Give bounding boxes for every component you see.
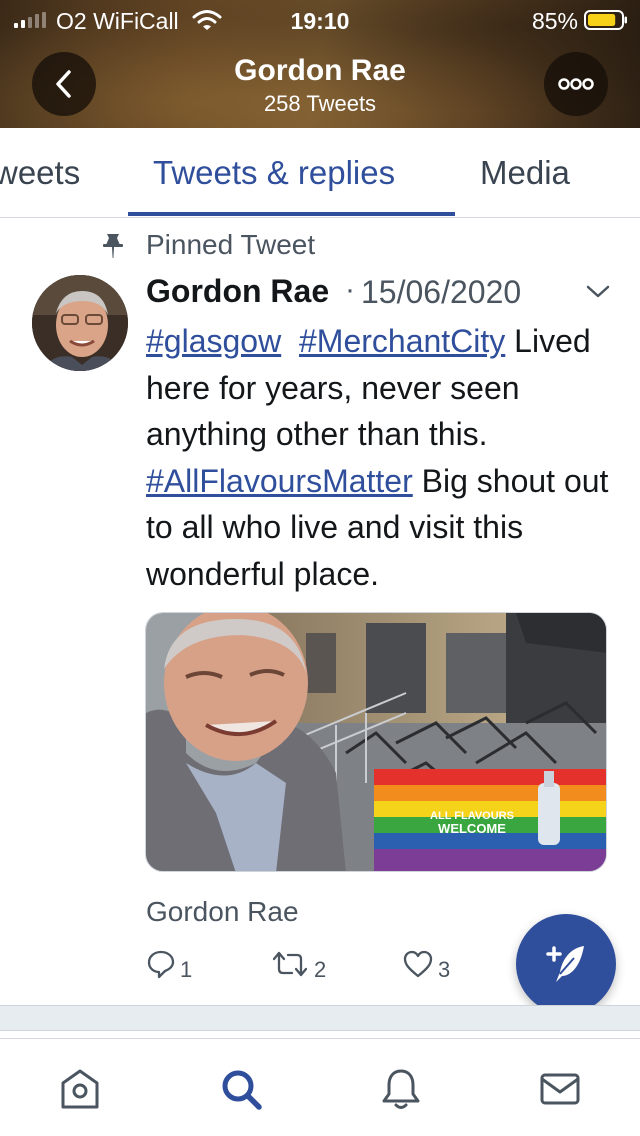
home-icon[interactable] (58, 1067, 102, 1111)
search-icon[interactable] (219, 1067, 263, 1111)
timeline-divider (0, 1005, 640, 1031)
battery-percent: 85% (531, 8, 578, 34)
retweet-count: 2 (314, 957, 327, 982)
reply-icon (147, 950, 175, 979)
tab-media[interactable]: Media (480, 154, 570, 192)
bottom-navigation (0, 1038, 640, 1136)
tweet-date[interactable]: 15/06/2020 (361, 274, 521, 311)
hashtag-link[interactable]: #AllFlavoursMatter (146, 463, 413, 499)
tab-tweets[interactable]: weets (0, 154, 80, 192)
svg-text:WELCOME: WELCOME (438, 821, 506, 836)
reply-count: 1 (180, 957, 193, 982)
bell-icon[interactable] (379, 1067, 423, 1111)
tab-tweets-and-replies[interactable]: Tweets & replies (153, 154, 395, 192)
mail-icon[interactable] (538, 1067, 582, 1111)
active-tab-indicator (128, 212, 455, 216)
pinned-tweet-label: Pinned Tweet (146, 229, 316, 260)
reply-button[interactable]: 1 (146, 945, 192, 983)
tweet-photo[interactable]: ALL FLAVOURS WELCOME (145, 612, 607, 872)
pin-icon (103, 234, 123, 258)
tweet-text: #glasgow #MerchantCity Lived here for ye… (146, 318, 616, 597)
hashtag-link[interactable]: #glasgow (146, 323, 281, 359)
like-count: 3 (438, 957, 451, 982)
retweet-button[interactable]: 2 (270, 945, 326, 983)
status-bar: O2 WiFiCall 19:10 85% (0, 0, 640, 40)
media-tag-credit[interactable]: Gordon Rae (146, 896, 299, 928)
compose-tweet-icon (546, 946, 584, 982)
profile-header: O2 WiFiCall 19:10 85% Gordon Rae 258 Twe… (0, 0, 640, 128)
heart-icon (403, 950, 433, 978)
more-options-button[interactable] (544, 52, 608, 116)
avatar[interactable] (32, 275, 128, 371)
chevron-down-icon[interactable] (585, 283, 611, 301)
photo-image: ALL FLAVOURS WELCOME (146, 613, 606, 871)
ellipsis-icon (558, 78, 594, 90)
profile-tabs: weets Tweets & replies Media (0, 128, 640, 218)
compose-tweet-button[interactable] (516, 914, 616, 1014)
hashtag-link[interactable]: #MerchantCity (299, 323, 505, 359)
retweet-icon (272, 951, 308, 977)
like-button[interactable]: 3 (402, 945, 450, 983)
tweet-author-name[interactable]: Gordon Rae (146, 273, 329, 310)
avatar-photo (32, 275, 128, 371)
date-separator: · (345, 273, 355, 306)
battery-icon (584, 10, 627, 30)
header-tweet-count: 258 Tweets (263, 91, 377, 116)
